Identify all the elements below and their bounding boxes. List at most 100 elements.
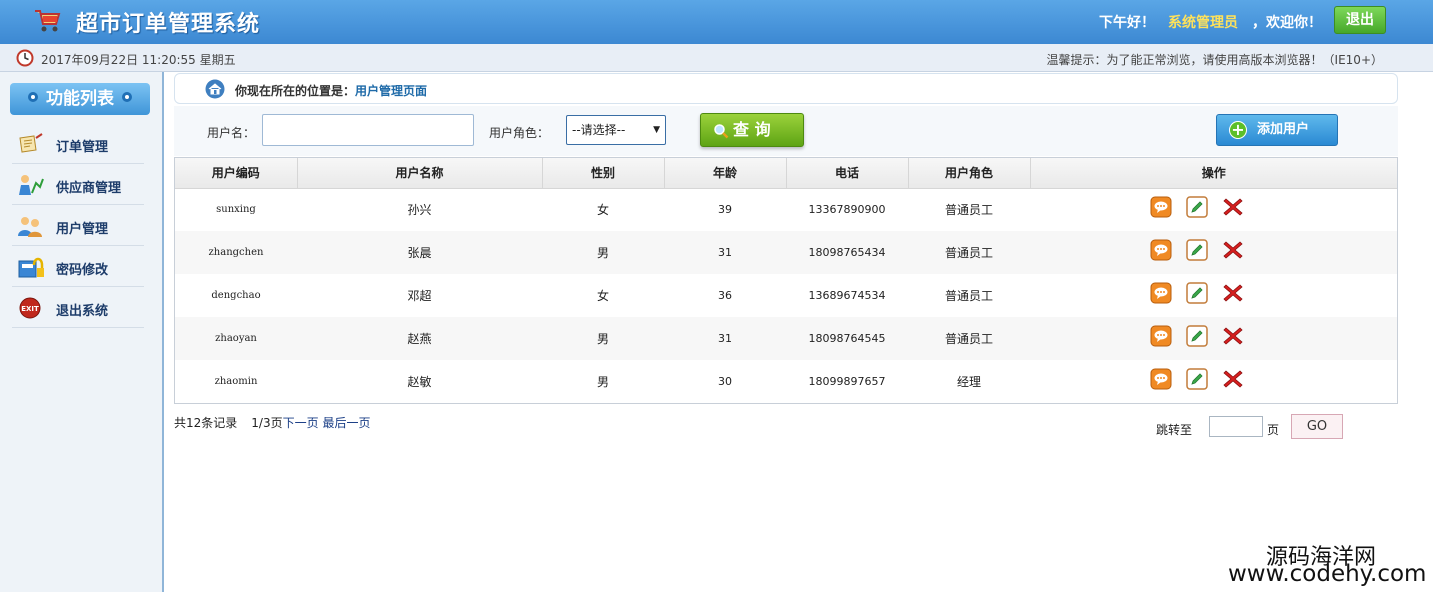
- breadcrumb-text: 你现在所在的位置是：用户管理页面: [235, 82, 427, 99]
- sidebar-title-label: 功能列表: [46, 89, 114, 109]
- pagination: 共12条记录 1/3页下一页 最后一页: [174, 414, 370, 431]
- home-icon: [205, 79, 225, 99]
- view-icon[interactable]: [1150, 239, 1172, 261]
- sidebar-item-label: 用户管理: [56, 222, 109, 237]
- row-actions: [1150, 239, 1250, 263]
- jump-label: 跳转至: [1156, 423, 1193, 437]
- role-cell: 普通员工: [944, 332, 993, 346]
- breadcrumb-current: 用户管理页面: [355, 84, 428, 98]
- search-bar: 用户名： 用户角色： --请选择-- ▼ 查 询 + 添加用户: [174, 106, 1398, 156]
- bullet-icon: [28, 92, 38, 102]
- last-page-link[interactable]: 最后一页: [322, 416, 370, 430]
- go-button[interactable]: GO: [1291, 414, 1343, 439]
- breadcrumb: 你现在所在的位置是：用户管理页面: [174, 73, 1398, 104]
- sidebar-menu: 订单管理 供应商管理 用户管理 密码修改 EXIT 退出系统: [12, 123, 144, 328]
- page-indicator: 1/3页: [251, 416, 283, 430]
- sidebar-item-users[interactable]: 用户管理: [12, 205, 144, 246]
- gender-cell: 女: [596, 289, 609, 303]
- logout-button[interactable]: 退出: [1334, 6, 1386, 34]
- app-header: 超市订单管理系统 下午好！ 系统管理员 ，欢迎你！ 退出: [0, 0, 1433, 44]
- actions-cell: [1030, 274, 1397, 317]
- role-cell: 普通员工: [944, 289, 993, 303]
- role-cell: 经理: [956, 375, 981, 389]
- query-button-label: 查 询: [733, 120, 771, 139]
- delete-icon[interactable]: [1222, 239, 1244, 261]
- user-name-cell: 孙兴: [407, 203, 432, 218]
- delete-icon[interactable]: [1222, 325, 1244, 347]
- app-title: 超市订单管理系统: [76, 11, 261, 37]
- column-header: 用户编码: [175, 158, 298, 189]
- sidebar-item-password[interactable]: 密码修改: [12, 246, 144, 287]
- browser-tip: 温馨提示：为了能正常浏览，请使用高版本浏览器！（IE10+）: [1046, 53, 1383, 67]
- sidebar-item-exit[interactable]: EXIT 退出系统: [12, 287, 144, 328]
- table-row: zhaoyan 赵燕 男 31 18098764545 普通员工: [175, 317, 1397, 360]
- search-icon: [714, 124, 729, 139]
- greeting-suffix: ，欢迎你！: [1252, 15, 1322, 31]
- age-cell: 36: [718, 289, 732, 302]
- row-actions: [1150, 282, 1250, 306]
- column-header: 性别: [542, 158, 665, 189]
- user-name-cell: 张晨: [407, 246, 432, 260]
- table-row: zhaomin 赵敏 男 30 18099897657 经理: [175, 360, 1397, 403]
- sidebar-item-orders[interactable]: 订单管理: [12, 123, 144, 164]
- user-name-cell: 邓超: [407, 289, 432, 303]
- gender-cell: 男: [596, 332, 609, 346]
- age-cell: 31: [718, 246, 732, 259]
- gender-cell: 男: [596, 375, 609, 389]
- breadcrumb-prefix: 你现在所在的位置是：: [235, 84, 356, 98]
- svg-text:EXIT: EXIT: [21, 305, 39, 313]
- sidebar-item-label: 密码修改: [56, 263, 109, 278]
- clock-icon: [16, 49, 34, 67]
- user-name-cell: 赵敏: [407, 375, 432, 389]
- view-icon[interactable]: [1150, 325, 1172, 347]
- delete-icon[interactable]: [1222, 368, 1244, 390]
- sidebar-title: 功能列表: [10, 83, 150, 115]
- view-icon[interactable]: [1150, 196, 1172, 218]
- actions-cell: [1030, 231, 1397, 274]
- delete-icon[interactable]: [1222, 282, 1244, 304]
- role-cell: 普通员工: [944, 246, 993, 260]
- edit-icon[interactable]: [1185, 325, 1208, 347]
- row-actions: [1150, 368, 1250, 392]
- current-user-name: 系统管理员: [1168, 15, 1238, 31]
- column-header: 用户角色: [908, 158, 1031, 189]
- table-header-row: 用户编码 用户名称 性别 年龄 电话 用户角色 操作: [175, 158, 1397, 189]
- user-code-cell: zhangchen: [208, 247, 264, 258]
- column-header: 操作: [1030, 158, 1397, 189]
- view-icon[interactable]: [1150, 368, 1172, 390]
- phone-cell: 18098765434: [808, 246, 886, 259]
- edit-icon[interactable]: [1185, 239, 1208, 261]
- actions-cell: [1030, 188, 1397, 231]
- query-button[interactable]: 查 询: [700, 113, 804, 147]
- sidebar-item-suppliers[interactable]: 供应商管理: [12, 164, 144, 205]
- edit-icon[interactable]: [1185, 368, 1208, 390]
- column-header: 电话: [786, 158, 909, 189]
- status-bar: 2017年09月22日 11:20:55 星期五 温馨提示：为了能正常浏览，请使…: [0, 44, 1433, 72]
- delete-icon[interactable]: [1222, 196, 1244, 218]
- add-user-label: 添加用户: [1257, 122, 1310, 137]
- users-icon: [18, 217, 42, 237]
- jump-page-input[interactable]: [1209, 416, 1263, 437]
- actions-cell: [1030, 317, 1397, 360]
- edit-icon[interactable]: [1185, 196, 1208, 218]
- phone-cell: 13367890900: [808, 203, 886, 217]
- sidebar-item-label: 订单管理: [56, 140, 109, 155]
- bullet-icon: [122, 92, 132, 102]
- total-records: 共12条记录: [174, 416, 238, 430]
- gender-cell: 女: [596, 203, 609, 218]
- supplier-icon: [19, 175, 44, 195]
- user-code-cell: zhaoyan: [215, 333, 257, 344]
- actions-cell: [1030, 360, 1397, 403]
- add-user-button[interactable]: + 添加用户: [1216, 114, 1338, 146]
- table-row: zhangchen 张晨 男 31 18098765434 普通员工: [175, 231, 1397, 274]
- next-page-link[interactable]: 下一页: [283, 416, 319, 430]
- view-icon[interactable]: [1150, 282, 1172, 304]
- username-input[interactable]: [262, 114, 474, 146]
- user-name-cell: 赵燕: [407, 332, 432, 346]
- user-code-cell: dengchao: [211, 290, 261, 301]
- role-select[interactable]: --请选择-- ▼: [566, 115, 666, 145]
- edit-icon[interactable]: [1185, 282, 1208, 304]
- sidebar-item-label: 供应商管理: [56, 181, 122, 196]
- role-label: 用户角色：: [489, 126, 550, 140]
- plus-icon: +: [1229, 121, 1247, 139]
